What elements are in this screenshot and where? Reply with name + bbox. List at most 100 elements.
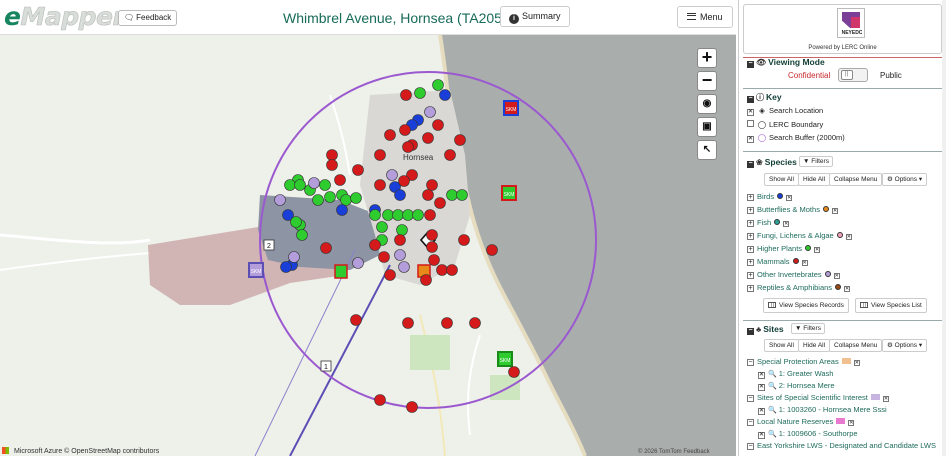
species-record-dot[interactable]	[369, 209, 381, 221]
species-record-dot[interactable]	[426, 179, 438, 191]
locate-button[interactable]: ◉	[697, 94, 717, 114]
species-record-dot[interactable]	[350, 314, 362, 326]
species-record-dot[interactable]	[398, 261, 410, 273]
menu-button[interactable]: Menu	[677, 6, 733, 28]
map-canvas[interactable]: SKM SKM SKM SKM 2 1 Hornsea	[0, 35, 736, 456]
species-record-dot[interactable]	[340, 194, 352, 206]
site-category-row[interactable]: − Special Protection Areas ✕	[747, 356, 860, 368]
checkbox[interactable]	[747, 120, 754, 127]
species-record-dot[interactable]	[402, 209, 414, 221]
species-group-row[interactable]: + Reptiles & Amphibians ✕	[747, 282, 851, 294]
species-record-dot[interactable]	[352, 164, 364, 176]
species-record-dot[interactable]	[441, 317, 453, 329]
site-item-row[interactable]: ✕ 🔍 1: Greater Wash	[758, 368, 833, 380]
species-group-row[interactable]: + Other Invertebrates ✕	[747, 269, 840, 281]
species-group-label[interactable]: Butterflies & Moths	[757, 205, 820, 214]
species-record-dot[interactable]	[446, 264, 458, 276]
checkbox[interactable]: ✕	[747, 109, 754, 116]
species-record-dot[interactable]	[320, 242, 332, 254]
visibility-toggle[interactable]: ✕	[801, 260, 808, 266]
expand-icon[interactable]: +	[747, 259, 754, 266]
species-group-label[interactable]: Reptiles & Amphibians	[757, 283, 832, 292]
site-item-row[interactable]: ✕ 🔍 1: 1009606 - Southorpe	[758, 428, 858, 440]
map-view[interactable]: SKM SKM SKM SKM 2 1 Hornsea + − ◉ ▣ ↖ Mi…	[0, 35, 736, 456]
species-record-dot[interactable]	[399, 124, 411, 136]
key-item-search-location[interactable]: ✕ ◈ Search Location	[747, 105, 823, 117]
species-group-row[interactable]: + Higher Plants ✕	[747, 243, 821, 255]
expand-icon[interactable]: +	[747, 207, 754, 214]
species-record-dot[interactable]	[414, 87, 426, 99]
species-record-dot[interactable]	[420, 274, 432, 286]
species-group-label[interactable]: Other Invertebrates	[757, 270, 822, 279]
expand-icon[interactable]: +	[747, 246, 754, 253]
zoom-in-button[interactable]: +	[697, 48, 717, 68]
species-record-dot[interactable]	[386, 169, 398, 181]
species-record-dot[interactable]	[312, 194, 324, 206]
sites-show-all-button[interactable]: Show All	[764, 339, 799, 352]
visibility-toggle[interactable]: ✕	[853, 360, 860, 366]
species-record-dot[interactable]	[432, 119, 444, 131]
checkbox[interactable]: ✕	[747, 136, 754, 143]
species-record-dot[interactable]	[392, 209, 404, 221]
species-record-dot[interactable]	[422, 132, 434, 144]
species-record-dot[interactable]	[432, 79, 444, 91]
species-record-dot[interactable]	[458, 234, 470, 246]
visibility-toggle[interactable]: ✕	[786, 195, 793, 201]
species-record-dot[interactable]	[319, 179, 331, 191]
species-options-button[interactable]: ⚙ Options ▾	[882, 173, 928, 186]
species-hide-all-button[interactable]: Hide All	[798, 173, 831, 186]
species-title[interactable]: − ❀ Species	[747, 157, 797, 168]
species-record-dot[interactable]	[436, 264, 448, 276]
sites-title[interactable]: − ♣ Sites	[747, 324, 784, 335]
species-record-dot[interactable]	[412, 209, 424, 221]
key-item-lerc-boundary[interactable]: ◯ LERC Boundary	[747, 119, 823, 131]
species-record-dot[interactable]	[454, 134, 466, 146]
species-record-dot[interactable]	[308, 177, 320, 189]
species-record-dot[interactable]	[352, 257, 364, 269]
expand-icon[interactable]: +	[747, 272, 754, 279]
visibility-toggle[interactable]: ✕	[845, 234, 852, 240]
species-record-dot[interactable]	[439, 89, 451, 101]
species-record-dot[interactable]	[336, 204, 348, 216]
species-record-dot[interactable]	[400, 89, 412, 101]
measure-button[interactable]: ▣	[697, 117, 717, 137]
species-record-dot[interactable]	[374, 149, 386, 161]
site-category-row[interactable]: − Sites of Special Scientific Interest ✕	[747, 392, 889, 404]
species-show-all-button[interactable]: Show All	[764, 173, 799, 186]
zoom-to-icon[interactable]: 🔍	[768, 431, 777, 438]
site-item-row[interactable]: ✕ 🔍 2: Hornsea Mere	[758, 380, 835, 392]
summary-button[interactable]: i Summary	[500, 6, 570, 27]
species-record-dot[interactable]	[274, 194, 286, 206]
species-record-dot[interactable]	[508, 366, 520, 378]
zoom-to-icon[interactable]: 🔍	[768, 383, 777, 390]
species-record-dot[interactable]	[394, 189, 406, 201]
species-record-dot[interactable]	[374, 179, 386, 191]
species-record-dot[interactable]	[424, 106, 436, 118]
species-record-dot[interactable]	[280, 261, 292, 273]
view-species-list-button[interactable]: View Species List	[855, 298, 927, 313]
visibility-toggle[interactable]: ✕	[831, 208, 838, 214]
visibility-toggle[interactable]: ✕	[814, 247, 821, 253]
checkbox[interactable]: ✕	[758, 432, 765, 439]
sites-collapse-menu-button[interactable]: Collapse Menu	[829, 339, 883, 352]
key-item-search-buffer[interactable]: ✕ ◯ Search Buffer (2000m)	[747, 132, 845, 144]
expand-icon[interactable]: +	[747, 285, 754, 292]
species-group-row[interactable]: + Fungi, Lichens & Algae ✕	[747, 230, 852, 242]
feedback-button[interactable]: 🗨 Feedback	[118, 10, 178, 26]
species-record-dot[interactable]	[486, 244, 498, 256]
species-record-dot[interactable]	[296, 229, 308, 241]
species-group-label[interactable]: Birds	[757, 192, 774, 201]
species-record-dot[interactable]	[426, 241, 438, 253]
species-group-row[interactable]: + Mammals ✕	[747, 256, 808, 268]
site-category-row[interactable]: − Local Nature Reserves ✕	[747, 416, 855, 428]
species-record-dot[interactable]	[428, 254, 440, 266]
species-record-dot[interactable]	[394, 249, 406, 261]
visibility-toggle[interactable]: ✕	[844, 286, 851, 292]
skm-tile[interactable]: SKM	[503, 100, 519, 116]
species-record-dot[interactable]	[406, 401, 418, 413]
species-record-dot[interactable]	[378, 251, 390, 263]
zoom-to-icon[interactable]: 🔍	[768, 371, 777, 378]
species-record-dot[interactable]	[290, 216, 302, 228]
viewing-mode-title[interactable]: − 👁 Viewing Mode	[747, 57, 825, 68]
species-group-row[interactable]: + Birds ✕	[747, 191, 793, 203]
